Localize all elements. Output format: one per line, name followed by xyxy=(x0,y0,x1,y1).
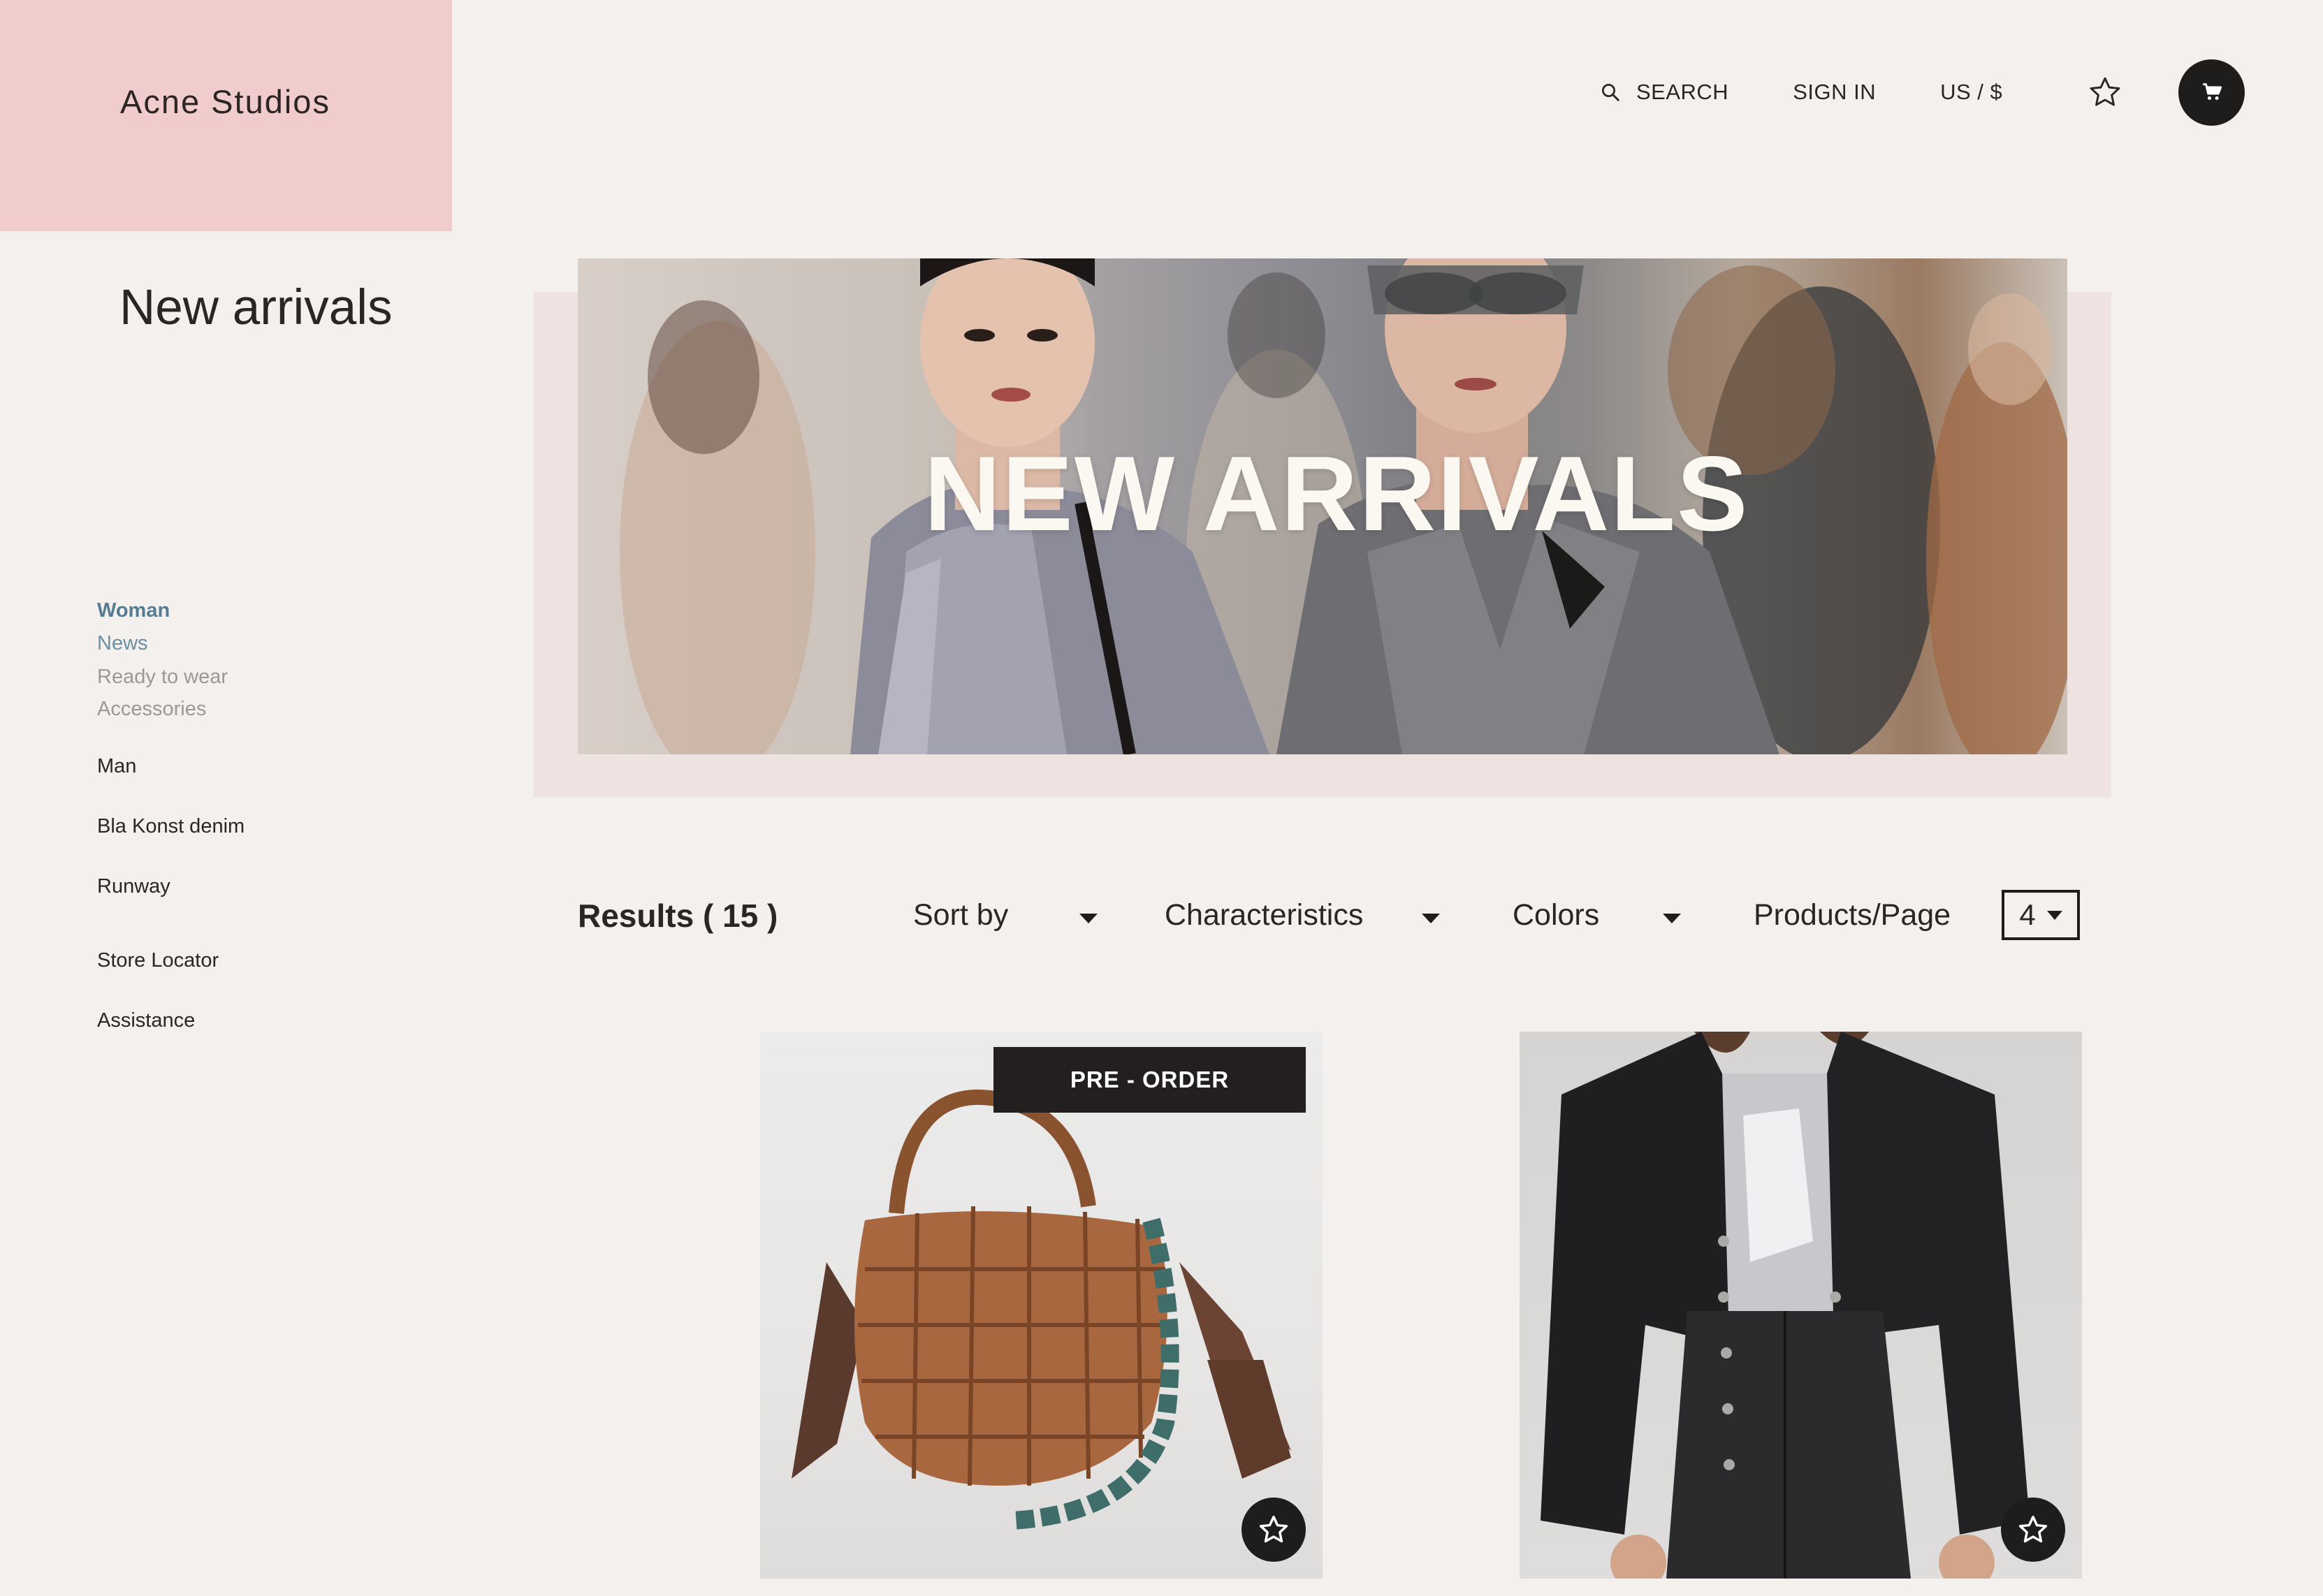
add-to-wishlist-button[interactable] xyxy=(1241,1498,1306,1562)
sort-by-dropdown[interactable]: Sort by xyxy=(913,898,1098,932)
pre-order-badge: PRE - ORDER xyxy=(993,1047,1306,1113)
chevron-down-icon xyxy=(1079,914,1098,923)
chevron-down-icon xyxy=(1422,914,1440,923)
sidebar-subitem-news[interactable]: News xyxy=(97,626,391,661)
search-icon xyxy=(1602,84,1619,101)
product-card[interactable] xyxy=(1520,1032,2082,1579)
header-nav: SEARCH SIGN IN US / $ xyxy=(1600,59,2245,126)
sort-by-label: Sort by xyxy=(913,898,1009,932)
chevron-down-icon xyxy=(1663,914,1681,923)
sidebar: Woman News Ready to wear Accessories Man… xyxy=(97,595,391,1037)
sidebar-item-woman[interactable]: Woman xyxy=(97,595,391,626)
search-label: SEARCH xyxy=(1636,80,1729,104)
cart-icon xyxy=(2203,83,2222,101)
region-currency-selector[interactable]: US / $ xyxy=(1940,80,2002,105)
product-card[interactable]: PRE - ORDER xyxy=(760,1032,1323,1579)
star-icon[interactable] xyxy=(2088,75,2122,110)
colors-label: Colors xyxy=(1513,898,1600,932)
sidebar-item-bla-konst-denim[interactable]: Bla Konst denim xyxy=(97,810,391,842)
results-count: Results ( 15 ) xyxy=(578,898,778,934)
sidebar-item-assistance[interactable]: Assistance xyxy=(97,1004,391,1037)
sidebar-item-store-locator[interactable]: Store Locator xyxy=(97,944,391,976)
search-button[interactable]: SEARCH xyxy=(1600,80,1728,105)
brand-logo[interactable]: Acne Studios xyxy=(120,82,330,121)
sidebar-item-runway[interactable]: Runway xyxy=(97,870,391,902)
star-icon xyxy=(1259,1516,1288,1543)
cart-button[interactable] xyxy=(2178,59,2245,126)
add-to-wishlist-button[interactable] xyxy=(2001,1498,2065,1562)
filter-bar: Results ( 15 ) Sort by Characteristics C… xyxy=(578,886,2080,944)
product-image-jacket xyxy=(1541,1032,2030,1579)
characteristics-dropdown[interactable]: Characteristics xyxy=(1165,898,1440,932)
products-per-page-value: 4 xyxy=(2019,898,2036,931)
products-per-page-label: Products/Page xyxy=(1754,898,1951,932)
products-per-page-select[interactable]: 4 xyxy=(2002,890,2080,940)
sidebar-subitem-ready-to-wear[interactable]: Ready to wear xyxy=(97,661,391,693)
colors-dropdown[interactable]: Colors xyxy=(1513,898,1681,932)
sign-in-link[interactable]: SIGN IN xyxy=(1793,80,1876,105)
characteristics-label: Characteristics xyxy=(1165,898,1364,932)
hero-title: NEW ARRIVALS xyxy=(924,434,1749,553)
sidebar-item-man[interactable]: Man xyxy=(97,750,391,782)
chevron-down-icon xyxy=(2046,910,2062,920)
logo-block[interactable]: Acne Studios xyxy=(0,0,452,231)
page-title: New arrivals xyxy=(119,280,393,335)
product-image-bag xyxy=(792,1089,1291,1530)
star-icon xyxy=(2018,1516,2048,1543)
sidebar-subitem-accessories[interactable]: Accessories xyxy=(97,693,391,725)
